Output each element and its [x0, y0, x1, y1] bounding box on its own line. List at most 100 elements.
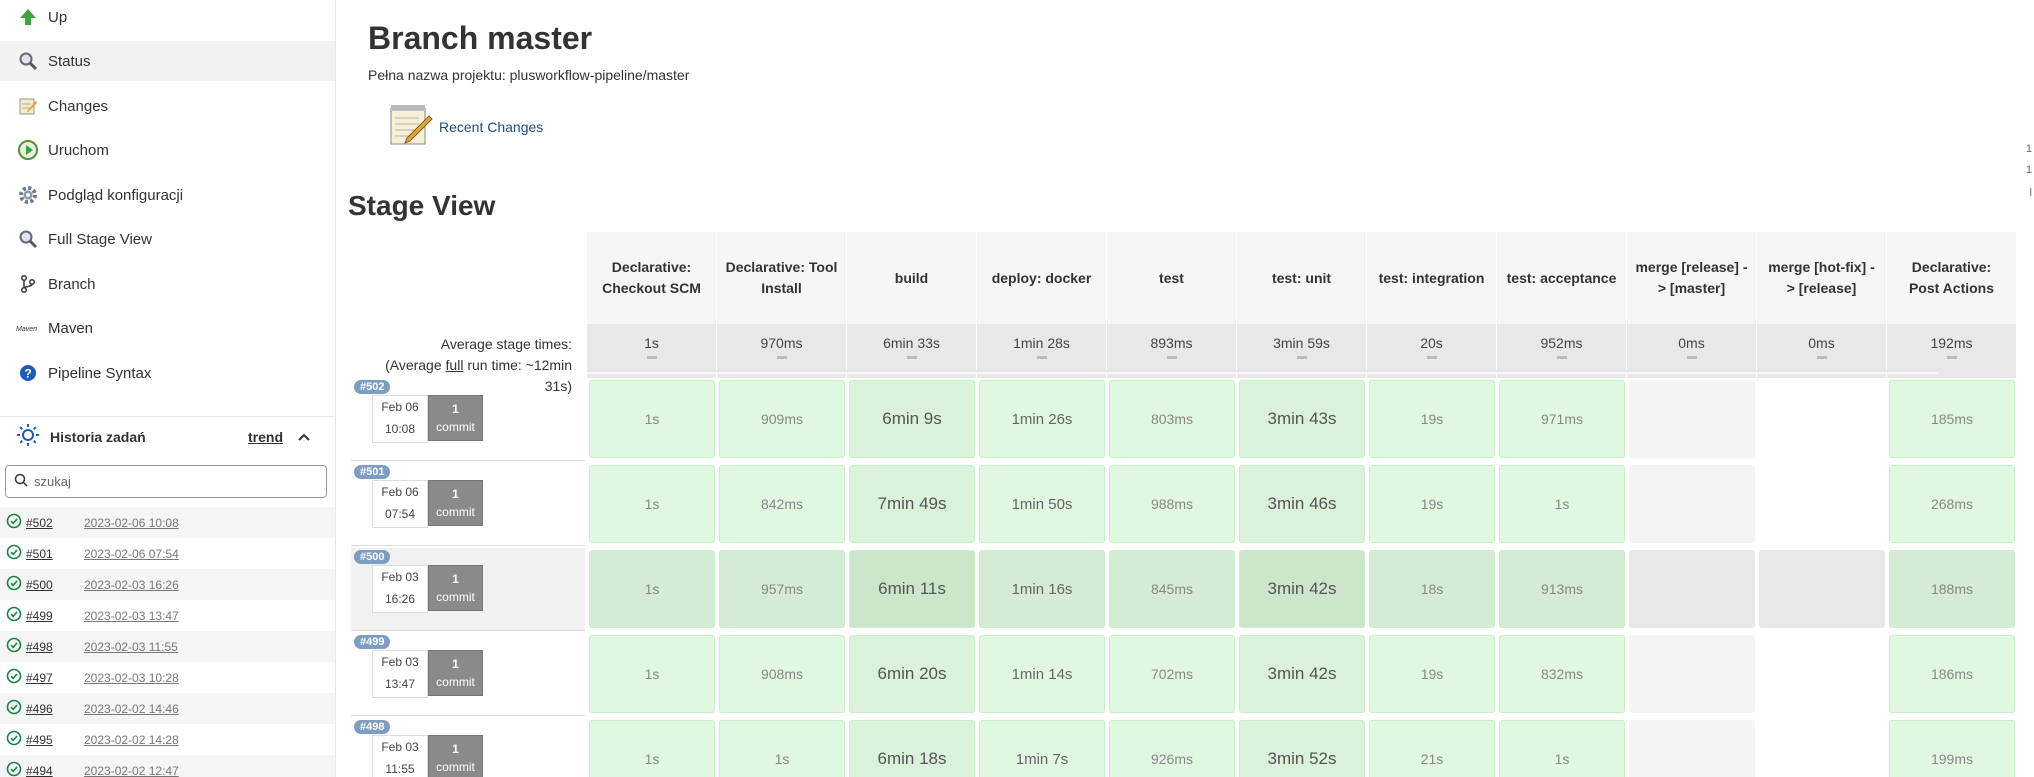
build-number-link[interactable]: #497 [26, 671, 84, 685]
build-date-link[interactable]: 2023-02-03 11:55 [84, 640, 178, 654]
run-number-badge[interactable]: #500 [354, 550, 391, 564]
stage-cell[interactable]: 909ms [719, 380, 845, 458]
stage-cell[interactable]: 268ms [1889, 465, 2015, 543]
stage-cell[interactable]: 19s [1369, 465, 1495, 543]
build-number-link[interactable]: #498 [26, 640, 84, 654]
branch-icon [16, 272, 40, 296]
stage-cell[interactable]: 19s [1369, 635, 1495, 713]
build-date-link[interactable]: 2023-02-03 10:28 [84, 671, 179, 685]
stage-cell[interactable]: 6min 20s [849, 635, 975, 713]
search-icon [16, 49, 40, 73]
sidebar-item-changes[interactable]: Changes [0, 86, 335, 126]
run-number-badge[interactable]: #502 [354, 380, 391, 394]
commit-label: commit [436, 590, 475, 604]
sidebar-item-branch[interactable]: Branch [0, 264, 335, 304]
stage-cell[interactable]: 6min 18s [849, 720, 975, 777]
stage-cell[interactable]: 832ms [1499, 635, 1625, 713]
stage-cell[interactable]: 1s [1499, 465, 1625, 543]
stage-cell[interactable]: 1s [589, 635, 715, 713]
stage-cell[interactable]: 6min 11s [849, 550, 975, 628]
stage-cell[interactable]: 1min 26s [979, 380, 1105, 458]
stage-cell[interactable]: 971ms [1499, 380, 1625, 458]
run-date: Feb 06 10:08 [372, 395, 428, 443]
stage-cell[interactable]: 199ms [1889, 720, 2015, 777]
stage-cell[interactable]: 1s [589, 720, 715, 777]
sidebar-item-label: Status [48, 52, 91, 70]
stage-cell[interactable]: 908ms [719, 635, 845, 713]
stage-cell[interactable]: 1s [719, 720, 845, 777]
stage-cell[interactable]: 18s [1369, 550, 1495, 628]
stage-cell[interactable]: 803ms [1109, 380, 1235, 458]
run-commits-button[interactable]: 1 commit [428, 565, 483, 611]
stage-cell[interactable]: 19s [1369, 380, 1495, 458]
run-commits-button[interactable]: 1 commit [428, 480, 483, 526]
sidebar-item-status[interactable]: Status [0, 41, 335, 81]
stage-header: merge [hot-fix] -> [release] [1757, 232, 1887, 324]
stage-cell[interactable]: 842ms [719, 465, 845, 543]
stage-cell[interactable]: 1min 50s [979, 465, 1105, 543]
build-date-link[interactable]: 2023-02-06 10:08 [84, 516, 179, 530]
avg-time-bar [646, 356, 657, 359]
build-number-link[interactable]: #501 [26, 547, 84, 561]
run-commits-button[interactable]: 1 commit [428, 650, 483, 696]
stage-cell[interactable]: 702ms [1109, 635, 1235, 713]
build-number-link[interactable]: #502 [26, 516, 84, 530]
commit-label: commit [436, 505, 475, 519]
stage-cell[interactable]: 957ms [719, 550, 845, 628]
build-date-link[interactable]: 2023-02-03 13:47 [84, 609, 179, 623]
sidebar-item-full-stage-view[interactable]: Full Stage View [0, 219, 335, 259]
sidebar-item-run[interactable]: Uruchom [0, 130, 335, 170]
build-number-link[interactable]: #495 [26, 733, 84, 747]
run-number-badge[interactable]: #498 [354, 720, 391, 734]
run-commits-button[interactable]: 1 commit [428, 395, 483, 441]
stage-cell[interactable]: 7min 49s [849, 465, 975, 543]
stage-cell[interactable]: 988ms [1109, 465, 1235, 543]
success-icon [6, 606, 22, 625]
stage-cell[interactable]: 845ms [1109, 550, 1235, 628]
build-date-link[interactable]: 2023-02-06 07:54 [84, 547, 179, 561]
recent-changes-link[interactable]: Recent Changes [387, 102, 543, 151]
build-date-link[interactable]: 2023-02-02 14:46 [84, 702, 179, 716]
run-row-info: #498 Feb 03 11:55 1 commit [351, 718, 585, 777]
stage-cell[interactable]: 3min 46s [1239, 465, 1365, 543]
sidebar-item-up[interactable]: Up [0, 0, 335, 37]
stage-cell[interactable]: 188ms [1889, 550, 2015, 628]
build-date-link[interactable]: 2023-02-02 12:47 [84, 764, 179, 777]
run-number-badge[interactable]: #499 [354, 635, 391, 649]
build-number-link[interactable]: #494 [26, 764, 84, 777]
stage-cell[interactable]: 1min 14s [979, 635, 1105, 713]
stage-cell[interactable]: 3min 42s [1239, 550, 1365, 628]
build-number-link[interactable]: #496 [26, 702, 84, 716]
stage-cell[interactable]: 186ms [1889, 635, 2015, 713]
stage-cell[interactable]: 1s [589, 465, 715, 543]
stage-cell[interactable]: 913ms [1499, 550, 1625, 628]
build-search-input[interactable] [34, 474, 304, 489]
stage-cell[interactable]: 21s [1369, 720, 1495, 777]
build-date-link[interactable]: 2023-02-02 14:28 [84, 733, 179, 747]
stage-cell[interactable]: 1s [589, 380, 715, 458]
stage-cell[interactable]: 926ms [1109, 720, 1235, 777]
stage-cell[interactable]: 3min 52s [1239, 720, 1365, 777]
stage-cell[interactable]: 6min 9s [849, 380, 975, 458]
build-number-link[interactable]: #500 [26, 578, 84, 592]
sidebar-item-maven[interactable]: Maven Maven [0, 308, 335, 348]
chevron-up-icon[interactable] [296, 429, 312, 448]
stage-cell[interactable]: 1s [589, 550, 715, 628]
run-commits-button[interactable]: 1 commit [428, 735, 483, 777]
avg-full-link[interactable]: full [446, 357, 464, 373]
stage-cell[interactable]: 1min 16s [979, 550, 1105, 628]
stage-cell[interactable]: 1min 7s [979, 720, 1105, 777]
sidebar-item-config[interactable]: Podgląd konfiguracji [0, 175, 335, 215]
stage-cell[interactable]: 3min 43s [1239, 380, 1365, 458]
sidebar-item-pipeline-syntax[interactable]: ? Pipeline Syntax [0, 353, 335, 393]
svg-text:?: ? [24, 367, 31, 381]
build-date-link[interactable]: 2023-02-03 16:26 [84, 578, 179, 592]
stage-cell[interactable]: 185ms [1889, 380, 2015, 458]
trend-link[interactable]: trend [248, 429, 283, 445]
run-row-info: #500 Feb 03 16:26 1 commit [351, 548, 585, 631]
stage-cell[interactable]: 1s [1499, 720, 1625, 777]
avg-time-bar [1686, 356, 1697, 359]
run-number-badge[interactable]: #501 [354, 465, 391, 479]
stage-cell[interactable]: 3min 42s [1239, 635, 1365, 713]
build-number-link[interactable]: #499 [26, 609, 84, 623]
